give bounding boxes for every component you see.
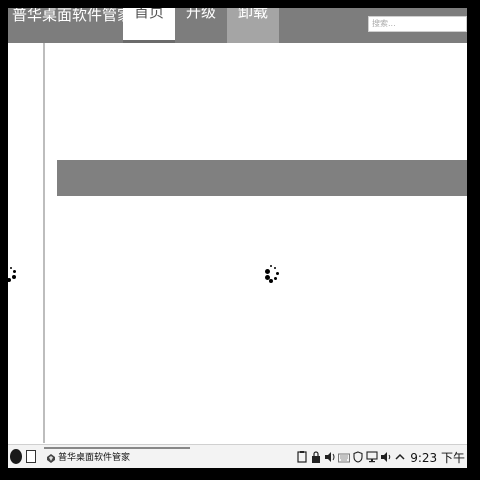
main-loading-spinner-icon — [262, 264, 282, 284]
clipboard-icon[interactable] — [296, 450, 308, 464]
taskbar: 普华桌面软件管家 9:23 下午 — [8, 444, 467, 468]
volume-icon[interactable] — [324, 450, 336, 464]
tab-upgrade-label: 升级 — [185, 8, 216, 21]
tab-home-label: 首页 — [133, 8, 164, 21]
show-desktop-icon[interactable] — [26, 450, 36, 463]
tab-home[interactable]: 首页 — [123, 8, 175, 43]
sidebar-divider — [43, 43, 45, 443]
system-tray: 9:23 下午 — [294, 445, 465, 468]
network-icon[interactable] — [366, 450, 378, 464]
banner[interactable] — [57, 160, 467, 196]
taskbar-task-software-manager[interactable]: 普华桌面软件管家 — [44, 447, 190, 467]
software-manager-window: 普华桌面软件管家 首页 升级 卸载 搜索... 普华桌面软件管家 9:23 下午 — [8, 8, 467, 468]
lock-icon[interactable] — [310, 450, 322, 464]
sidebar-loading-spinner-icon — [8, 264, 22, 284]
shield-icon[interactable] — [352, 450, 364, 464]
tab-upgrade[interactable]: 升级 — [175, 8, 227, 43]
search-input[interactable]: 搜索... — [368, 16, 467, 32]
app-title: 普华桌面软件管家 — [12, 8, 133, 24]
task-label: 普华桌面软件管家 — [58, 453, 131, 463]
speaker-icon[interactable] — [380, 450, 392, 464]
start-menu-icon[interactable] — [10, 449, 22, 464]
tab-uninstall[interactable]: 卸载 — [227, 8, 279, 43]
clock[interactable]: 9:23 下午 — [410, 449, 465, 466]
app-icon — [47, 454, 55, 463]
tab-uninstall-label: 卸载 — [237, 8, 268, 21]
keyboard-icon[interactable] — [338, 450, 351, 464]
header-bar: 普华桌面软件管家 首页 升级 卸载 搜索... — [8, 8, 467, 43]
chevron-up-icon[interactable] — [394, 450, 406, 464]
